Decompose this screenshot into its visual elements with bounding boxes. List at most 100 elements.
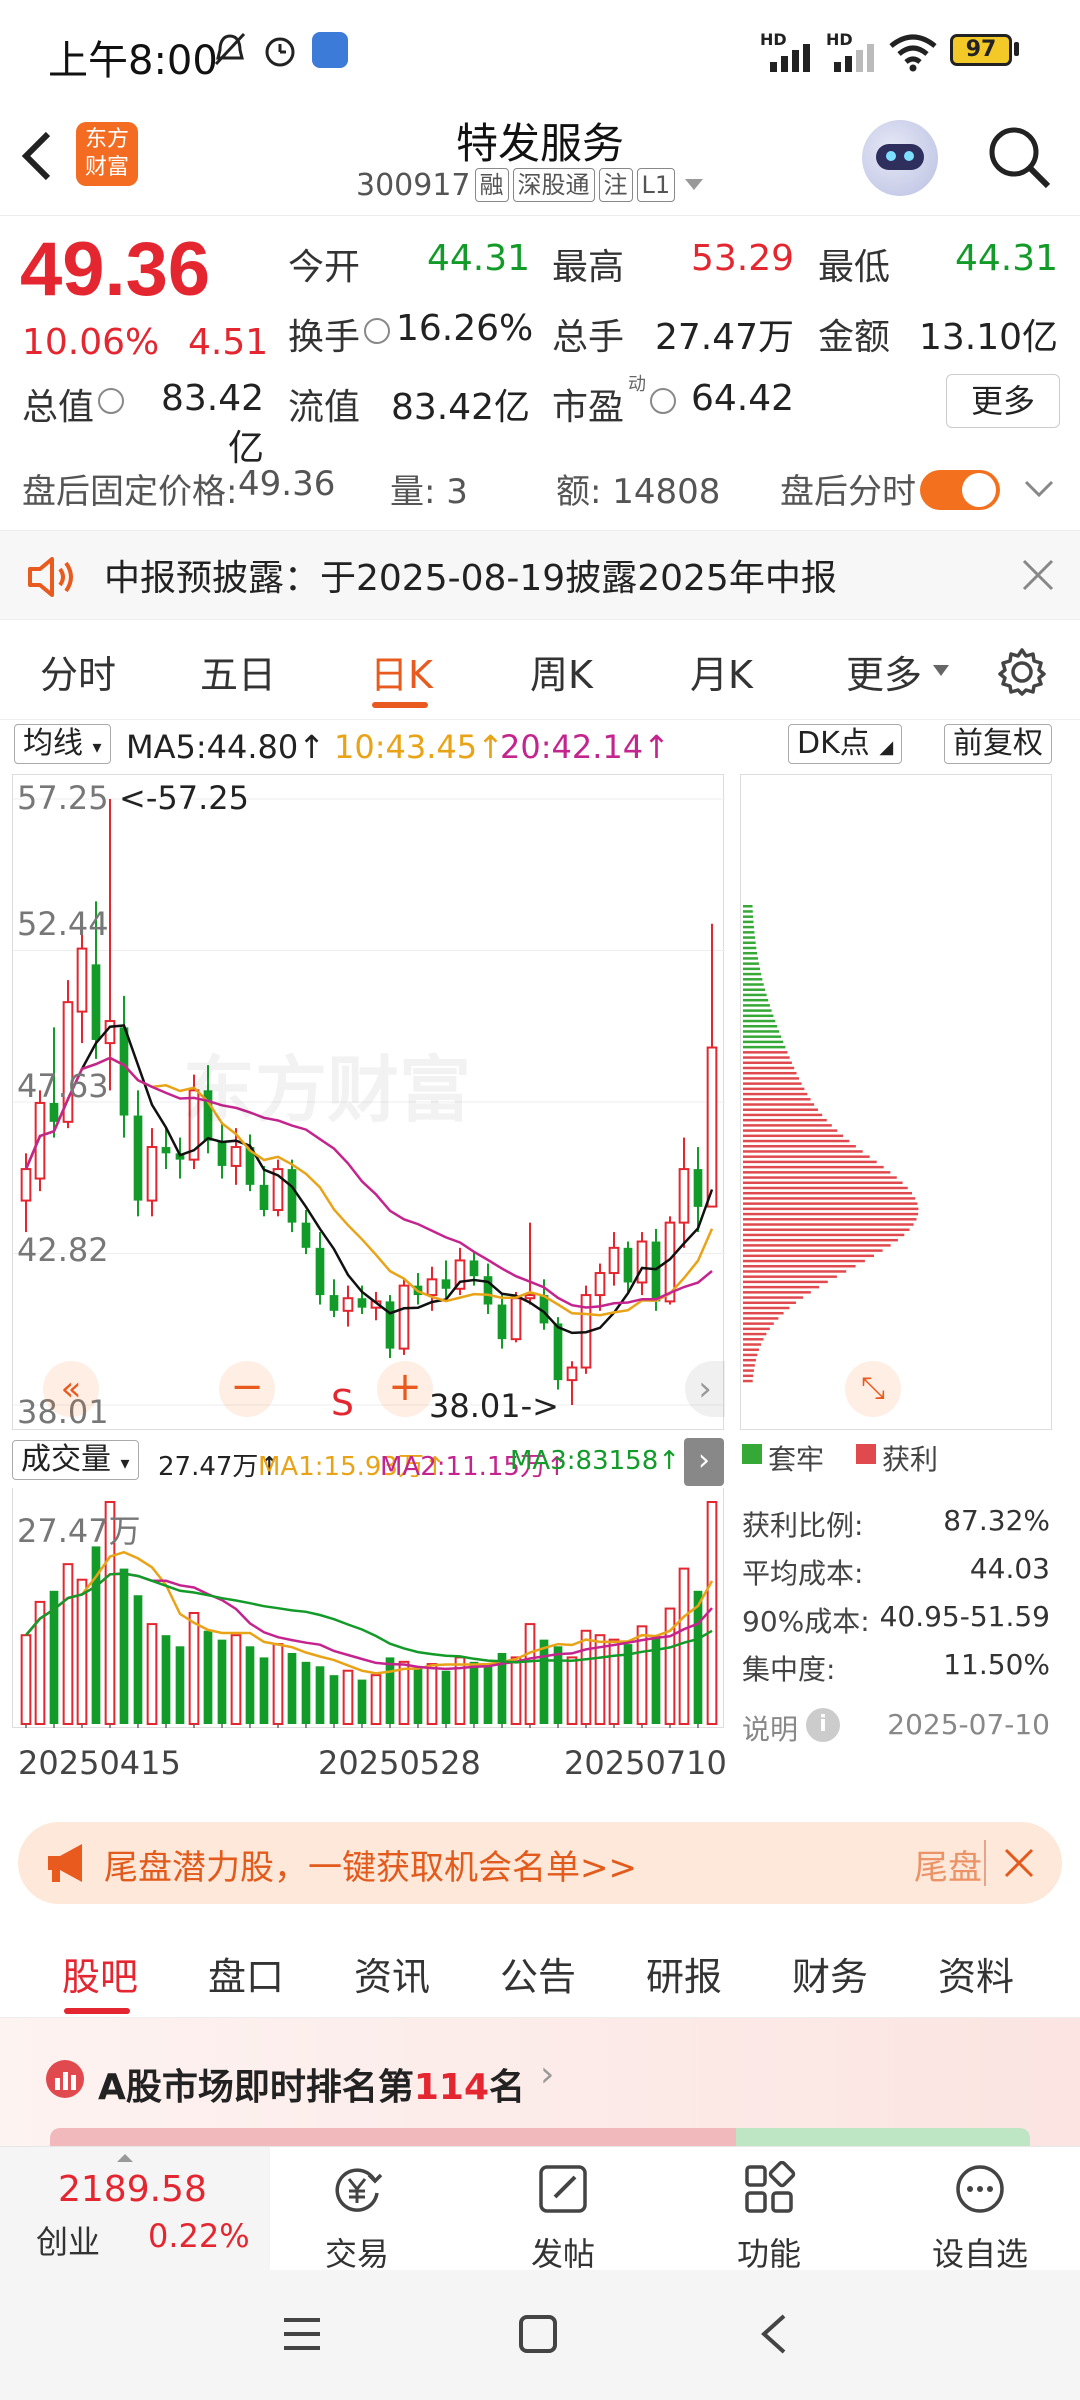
zoom-in-button[interactable]: + xyxy=(377,1361,433,1417)
volume-selector[interactable]: 成交量 ▾ xyxy=(12,1440,139,1480)
chip-bar xyxy=(743,1238,898,1242)
gear-icon[interactable] xyxy=(996,646,1048,698)
stat-avg-cost-label: 平均成本: xyxy=(742,1557,864,1590)
adjust-selector[interactable]: 前复权 xyxy=(944,724,1052,764)
promo-banner[interactable]: 尾盘潜力股，一键获取机会名单>> 尾盘 xyxy=(18,1822,1062,1904)
chip-bar xyxy=(743,931,755,934)
notice-bar[interactable]: 中报预披露：于2025-08-19披露2025年中报 xyxy=(0,530,1080,620)
tab-order-book[interactable]: 盘口 xyxy=(208,1946,284,2001)
turnover-info-icon[interactable] xyxy=(364,318,390,344)
volume-bar xyxy=(272,1643,284,1725)
rank-suffix: 名 xyxy=(489,2067,526,2108)
expand-icon[interactable]: ⤡ xyxy=(845,1361,901,1417)
zoom-out-button[interactable]: − xyxy=(219,1361,275,1417)
candle xyxy=(301,1210,311,1255)
volume-bar xyxy=(678,1567,690,1725)
tab-profile[interactable]: 资料 xyxy=(938,1946,1014,2001)
volume-chart[interactable]: 27.47万 xyxy=(12,1488,724,1728)
chip-bar xyxy=(743,1118,827,1122)
high-marker: <-57.25 xyxy=(119,779,249,817)
index-change: 0.22% xyxy=(148,2217,250,2255)
candle xyxy=(20,1153,32,1233)
chevron-down-icon[interactable] xyxy=(1022,478,1056,500)
indicator-next-button[interactable]: › xyxy=(684,1438,724,1486)
tab-weekly-k[interactable]: 周K xyxy=(530,644,593,699)
chip-bar xyxy=(743,1155,870,1158)
logo-line2: 财富 xyxy=(84,155,129,180)
chip-bar xyxy=(743,915,754,918)
post-button[interactable]: 发帖 xyxy=(508,2161,618,2275)
tab-monthly-k[interactable]: 月K xyxy=(690,644,753,699)
candle xyxy=(623,1241,633,1292)
stat-concentration-label: 集中度: xyxy=(742,1653,836,1686)
search-icon[interactable] xyxy=(984,122,1054,192)
back-button[interactable] xyxy=(18,126,66,186)
tab-daily-k[interactable]: 日K xyxy=(370,644,433,699)
chip-bar xyxy=(743,1181,903,1185)
kline-chart[interactable]: 57.25 52.44 47.63 42.82 38.01 <-57.25 38… xyxy=(12,774,725,1431)
change-amount: 4.51 xyxy=(188,322,269,363)
tab-forum[interactable]: 股吧 xyxy=(62,1946,138,2001)
chip-bar xyxy=(743,1223,914,1226)
scroll-left-button[interactable]: « xyxy=(43,1361,99,1417)
candle xyxy=(76,926,88,1044)
candle xyxy=(259,1165,269,1217)
volume-bar xyxy=(146,1623,158,1726)
chip-bar xyxy=(743,1207,919,1211)
chip-bar xyxy=(743,1202,918,1205)
trade-button[interactable]: 交易 xyxy=(302,2161,412,2275)
close-icon[interactable] xyxy=(1020,557,1056,593)
volume-bar xyxy=(580,1629,592,1725)
sell-marker: S xyxy=(331,1383,354,1424)
indicator-selector[interactable]: 均线 ▾ xyxy=(14,724,111,764)
more-quote-button[interactable]: 更多 xyxy=(946,374,1060,428)
back-nav-icon[interactable] xyxy=(758,2312,788,2356)
stock-header: 东方 财富 特发服务 300917 融 深股通 注 L1 xyxy=(0,100,1080,216)
pe-info-icon[interactable] xyxy=(650,388,676,414)
tab-financials[interactable]: 财务 xyxy=(792,1946,868,2001)
robot-assistant-icon[interactable] xyxy=(862,120,938,196)
volume-legend-row: 成交量 ▾ 27.47万↑ MA1:15.93万↑ MA2:11.15万↑ MA… xyxy=(12,1434,724,1486)
banner-close-icon[interactable] xyxy=(1002,1846,1036,1880)
app-logo[interactable]: 东方 财富 xyxy=(76,122,138,186)
chip-bar xyxy=(743,1035,782,1038)
volume-bar xyxy=(175,1646,185,1724)
market-rank-card[interactable]: A股市场即时排名第114名 › xyxy=(0,2018,1080,2148)
menu-icon[interactable] xyxy=(282,2316,322,2352)
home-icon[interactable] xyxy=(518,2314,558,2354)
label-high: 最高 xyxy=(552,247,625,288)
volume-bar xyxy=(203,1630,213,1724)
chip-bar xyxy=(743,951,758,955)
volume-bar xyxy=(566,1656,578,1725)
tag-margin: 融 xyxy=(474,168,509,202)
explain-link[interactable]: 说明 xyxy=(742,1708,798,1748)
stock-code-line[interactable]: 300917 融 深股通 注 L1 xyxy=(356,166,705,204)
index-quote[interactable]: 2189.58 创业 0.22% xyxy=(0,2147,270,2271)
notice-text: 中报预披露：于2025-08-19披露2025年中报 xyxy=(104,558,837,599)
tab-announcements[interactable]: 公告 xyxy=(500,1946,576,2001)
chip-bar xyxy=(743,967,760,971)
add-watchlist-button[interactable]: 设自选 xyxy=(920,2161,1040,2275)
after-hours-row: 盘后固定价格: 49.36 量: 3 额: 14808 盘后分时 xyxy=(0,456,1080,516)
chip-bar xyxy=(743,983,764,986)
tab-research[interactable]: 研报 xyxy=(646,1946,722,2001)
chip-bar xyxy=(743,1327,770,1331)
total-value-info-icon[interactable] xyxy=(98,388,124,414)
after-hours-price-label: 盘后固定价格: xyxy=(22,472,238,512)
tab-intraday[interactable]: 分时 xyxy=(40,644,116,699)
after-hours-toggle[interactable] xyxy=(920,470,1000,510)
tab-more[interactable]: 更多 xyxy=(846,644,922,699)
after-hours-price-value: 49.36 xyxy=(238,464,336,504)
candle xyxy=(608,1232,620,1286)
banner-text: 尾盘潜力股，一键获取机会名单>> xyxy=(104,1848,637,1888)
dk-point-selector[interactable]: DK点 ◢ xyxy=(788,724,903,764)
volume-bar xyxy=(398,1660,410,1725)
function-button[interactable]: 功能 xyxy=(714,2160,824,2275)
info-icon[interactable]: i xyxy=(806,1708,840,1742)
chip-bar xyxy=(743,1311,784,1315)
tab-news[interactable]: 资讯 xyxy=(354,1946,430,2001)
chip-bar xyxy=(743,1291,811,1294)
tab-five-day[interactable]: 五日 xyxy=(200,644,276,699)
chip-bar xyxy=(743,936,755,939)
chip-distribution-chart[interactable]: ⤡ xyxy=(740,774,1052,1430)
